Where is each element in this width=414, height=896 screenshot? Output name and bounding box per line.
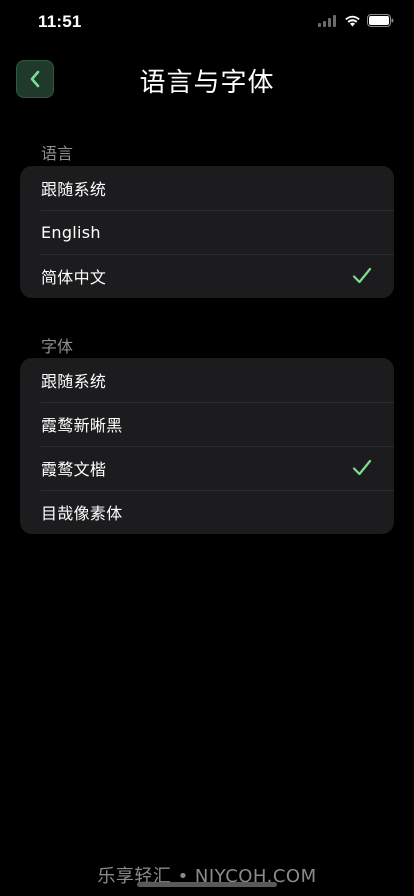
language-option-follow-system[interactable]: 跟随系统 (20, 166, 394, 210)
option-label: English (41, 222, 101, 242)
checkmark-icon (352, 267, 372, 284)
font-option-follow-system[interactable]: 跟随系统 (20, 358, 394, 402)
option-label: 目哉像素体 (41, 504, 123, 523)
option-label: 简体中文 (41, 268, 107, 287)
home-indicator (137, 882, 277, 887)
option-label: 跟随系统 (41, 180, 107, 199)
font-group: 跟随系统 霞鹜新晰黑 霞鹜文楷 目哉像素体 (20, 358, 394, 534)
font-section-label: 字体 (41, 337, 74, 356)
option-label: 跟随系统 (41, 372, 107, 391)
font-option-lxgw-wenkai[interactable]: 霞鹜文楷 (20, 446, 394, 490)
status-bar: 11:51 (0, 0, 414, 44)
status-time: 11:51 (38, 12, 82, 31)
header: 语言与字体 (0, 56, 414, 104)
battery-icon (367, 14, 394, 27)
option-label: 霞鹜新晰黑 (41, 416, 123, 435)
font-option-lxgw-neo-xihei[interactable]: 霞鹜新晰黑 (20, 402, 394, 446)
language-option-english[interactable]: English (20, 210, 394, 254)
language-section-label: 语言 (41, 144, 74, 163)
language-group: 跟随系统 English 简体中文 (20, 166, 394, 298)
font-option-zpix[interactable]: 目哉像素体 (20, 490, 394, 534)
option-label: 霞鹜文楷 (41, 460, 107, 479)
checkmark-icon (352, 459, 372, 476)
page-title: 语言与字体 (139, 68, 275, 98)
signal-icon (318, 14, 338, 27)
wifi-icon (344, 14, 361, 27)
status-icons (318, 14, 394, 27)
language-option-simplified-chinese[interactable]: 简体中文 (20, 254, 394, 298)
